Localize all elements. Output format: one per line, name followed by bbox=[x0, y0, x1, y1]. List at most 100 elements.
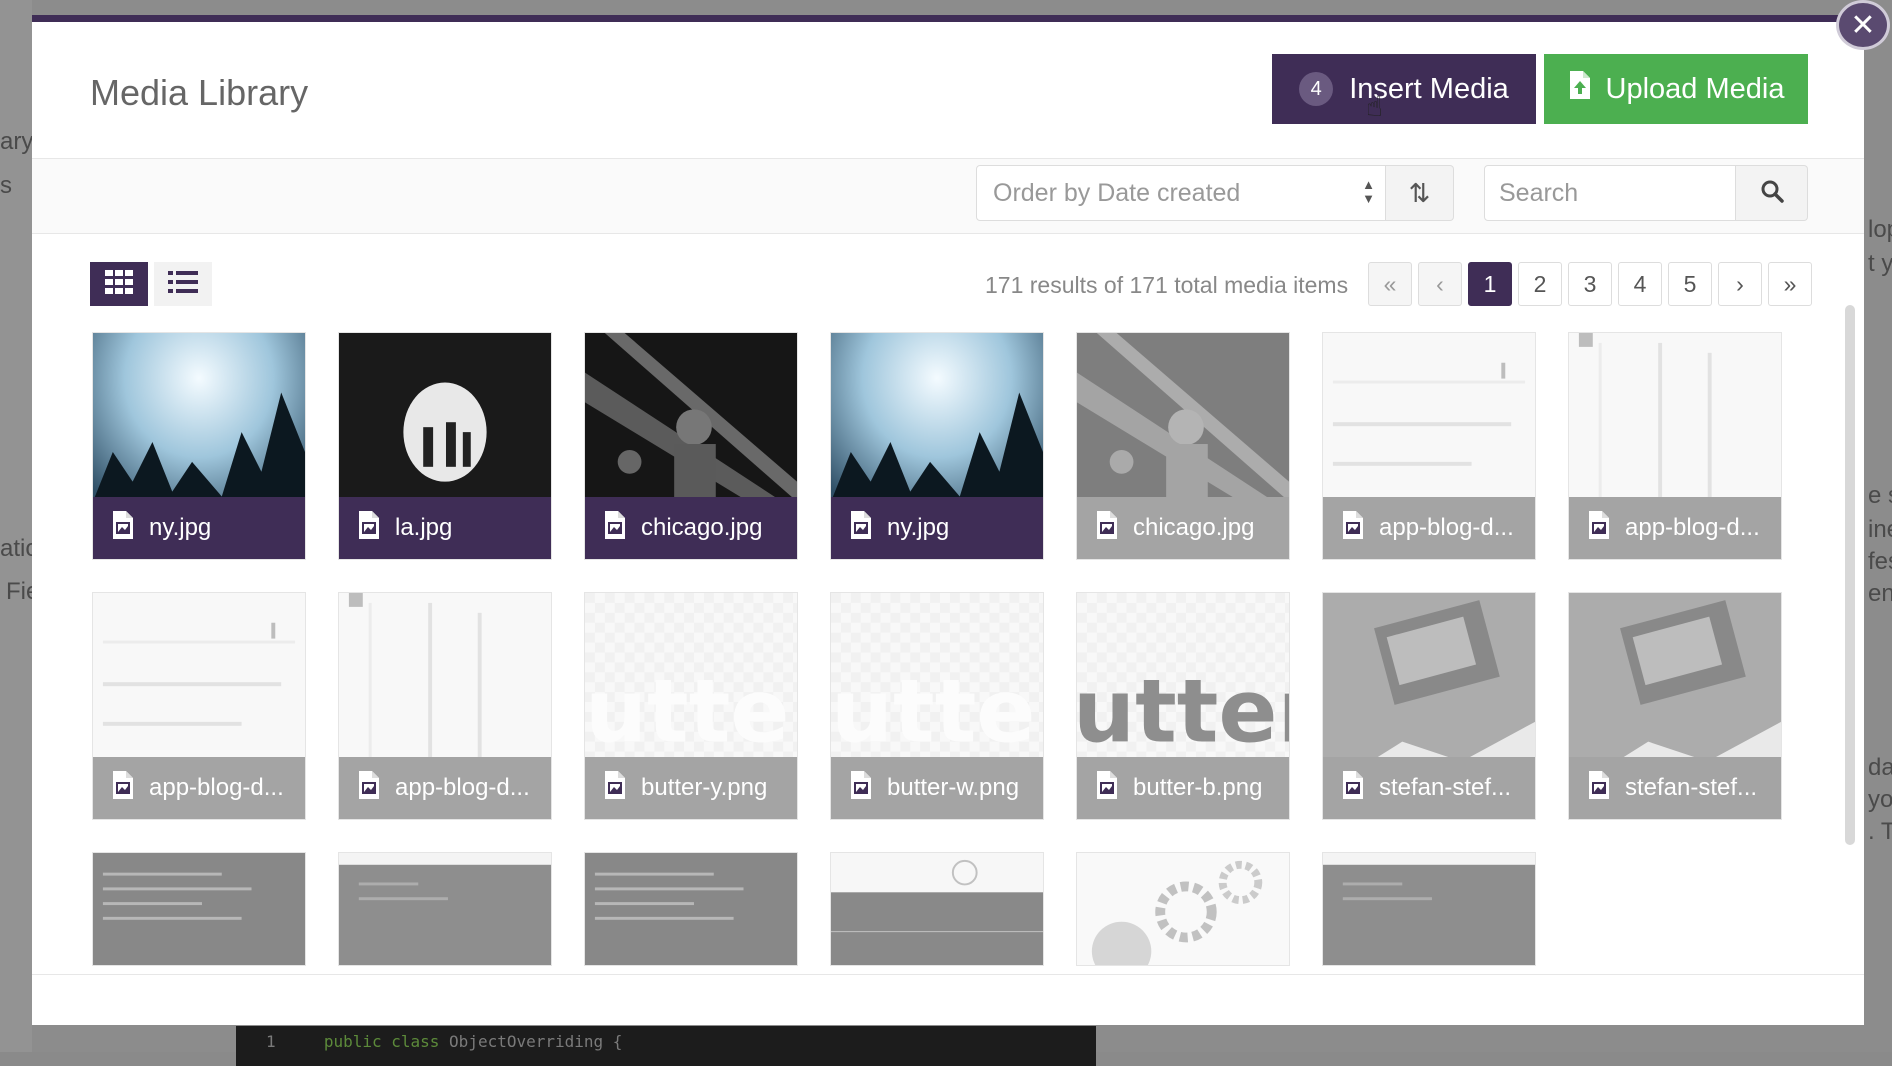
media-content: 171 results of 171 total media items « ‹… bbox=[32, 234, 1864, 974]
selected-count-badge: 4 bbox=[1299, 72, 1334, 106]
backdrop-code-block: 1 public class ObjectOverriding { bbox=[236, 1026, 1096, 1066]
media-filename: butter-w.png bbox=[887, 774, 1020, 801]
code-line-number: 1 bbox=[266, 1032, 276, 1051]
media-label: butter-w.png bbox=[831, 757, 1043, 819]
page-button-3[interactable]: 3 bbox=[1568, 262, 1612, 306]
media-filename: app-blog-d... bbox=[149, 774, 284, 801]
media-tile[interactable] bbox=[830, 852, 1044, 966]
media-label: stefan-stef... bbox=[1323, 757, 1535, 819]
media-label: ny.jpg bbox=[93, 497, 305, 559]
media-thumbnail bbox=[1323, 853, 1535, 965]
image-file-icon bbox=[357, 510, 381, 547]
backdrop-text: you bbox=[1868, 786, 1892, 813]
upload-media-label: Upload Media bbox=[1605, 72, 1785, 105]
media-tile[interactable]: ny.jpg bbox=[92, 332, 306, 560]
search-input[interactable] bbox=[1484, 165, 1736, 221]
media-tile[interactable]: app-blog-d... bbox=[338, 592, 552, 820]
order-by-select[interactable]: Order by Date created ▲ ▼ bbox=[976, 165, 1386, 221]
media-filename: chicago.jpg bbox=[641, 514, 763, 541]
first-page-button[interactable]: « bbox=[1368, 262, 1412, 306]
sort-direction-button[interactable]: ⇅ bbox=[1386, 165, 1454, 221]
media-thumbnail bbox=[339, 853, 551, 965]
list-view-button[interactable] bbox=[154, 262, 212, 306]
media-filename: stefan-stef... bbox=[1625, 774, 1758, 801]
media-tile[interactable] bbox=[584, 852, 798, 966]
grid-view-button[interactable] bbox=[90, 262, 148, 306]
sort-arrows-icon: ⇅ bbox=[1408, 177, 1431, 208]
media-tile[interactable]: stefan-stef... bbox=[1322, 592, 1536, 820]
image-file-icon bbox=[1341, 770, 1365, 807]
backdrop-text: lop bbox=[1868, 216, 1892, 243]
media-tile[interactable]: app-blog-d... bbox=[1322, 332, 1536, 560]
prev-page-button[interactable]: ‹ bbox=[1418, 262, 1462, 306]
media-filename: butter-b.png bbox=[1133, 774, 1263, 801]
media-tile[interactable]: utte butter-w.png bbox=[830, 592, 1044, 820]
svg-text:utte: utte bbox=[831, 661, 1036, 763]
media-tile[interactable] bbox=[338, 852, 552, 966]
media-thumbnail bbox=[93, 853, 305, 965]
media-tile[interactable]: utte butter-y.png bbox=[584, 592, 798, 820]
page-button-5[interactable]: 5 bbox=[1668, 262, 1712, 306]
page-button-1[interactable]: 1 bbox=[1468, 262, 1512, 306]
media-toolbar: Order by Date created ▲ ▼ ⇅ bbox=[32, 159, 1864, 234]
grid-icon bbox=[105, 269, 133, 299]
modal-footer-divider bbox=[32, 974, 1864, 975]
media-tile[interactable] bbox=[1076, 852, 1290, 966]
media-tile[interactable]: stefan-stef... bbox=[1568, 592, 1782, 820]
media-tile[interactable]: ny.jpg bbox=[830, 332, 1044, 560]
media-filename: ny.jpg bbox=[149, 514, 212, 541]
svg-text:utter: utter bbox=[1077, 661, 1289, 763]
media-tile[interactable] bbox=[1322, 852, 1536, 966]
file-upload-icon bbox=[1568, 70, 1592, 108]
last-page-button[interactable]: » bbox=[1768, 262, 1812, 306]
media-filename: butter-y.png bbox=[641, 774, 768, 801]
media-label: app-blog-d... bbox=[93, 757, 305, 819]
list-icon bbox=[168, 270, 198, 299]
backdrop-text: ine bbox=[1868, 516, 1892, 543]
media-thumbnail bbox=[585, 853, 797, 965]
media-label: butter-y.png bbox=[585, 757, 797, 819]
backdrop-text: da bbox=[1868, 754, 1892, 781]
backdrop-text: ary bbox=[0, 128, 34, 155]
page-button-2[interactable]: 2 bbox=[1518, 262, 1562, 306]
media-filename: app-blog-d... bbox=[395, 774, 530, 801]
media-filename: la.jpg bbox=[395, 514, 453, 541]
media-filename: stefan-stef... bbox=[1379, 774, 1512, 801]
upload-media-button[interactable]: Upload Media bbox=[1544, 54, 1808, 124]
media-grid: ny.jpg la.jpg chicago.jpg ny.jpg chicago.jpg… bbox=[92, 332, 1822, 966]
close-icon: ✕ bbox=[1850, 8, 1876, 42]
media-filename: ny.jpg bbox=[887, 514, 950, 541]
code-keyword: public class bbox=[323, 1032, 440, 1051]
grid-scrollbar[interactable] bbox=[1845, 305, 1855, 845]
modal-header: Media Library 4 Insert Media Upload Medi… bbox=[32, 22, 1864, 159]
insert-media-button[interactable]: 4 Insert Media bbox=[1272, 54, 1536, 124]
media-filename: app-blog-d... bbox=[1379, 514, 1514, 541]
image-file-icon bbox=[357, 770, 381, 807]
media-filename: chicago.jpg bbox=[1133, 514, 1255, 541]
search-button[interactable] bbox=[1736, 165, 1808, 221]
media-tile[interactable]: app-blog-d... bbox=[1568, 332, 1782, 560]
order-by-value: Order by Date created bbox=[993, 178, 1241, 207]
close-button[interactable]: ✕ bbox=[1836, 0, 1890, 50]
media-label: app-blog-d... bbox=[339, 757, 551, 819]
image-file-icon bbox=[1587, 510, 1611, 547]
media-label: app-blog-d... bbox=[1569, 497, 1781, 559]
media-tile[interactable]: chicago.jpg bbox=[584, 332, 798, 560]
page-button-4[interactable]: 4 bbox=[1618, 262, 1662, 306]
search-icon bbox=[1760, 179, 1784, 208]
media-label: app-blog-d... bbox=[1323, 497, 1535, 559]
media-tile[interactable]: chicago.jpg bbox=[1076, 332, 1290, 560]
media-label: chicago.jpg bbox=[1077, 497, 1289, 559]
next-page-button[interactable]: › bbox=[1718, 262, 1762, 306]
media-label: butter-b.png bbox=[1077, 757, 1289, 819]
backdrop-text: en bbox=[1868, 580, 1892, 607]
image-file-icon bbox=[1095, 770, 1119, 807]
media-tile[interactable]: app-blog-d... bbox=[92, 592, 306, 820]
backdrop-text: fes bbox=[1868, 548, 1892, 575]
image-file-icon bbox=[111, 510, 135, 547]
media-tile[interactable] bbox=[92, 852, 306, 966]
media-tile[interactable]: utter butter-b.png bbox=[1076, 592, 1290, 820]
image-file-icon bbox=[849, 770, 873, 807]
media-tile[interactable]: la.jpg bbox=[338, 332, 552, 560]
image-file-icon bbox=[849, 510, 873, 547]
